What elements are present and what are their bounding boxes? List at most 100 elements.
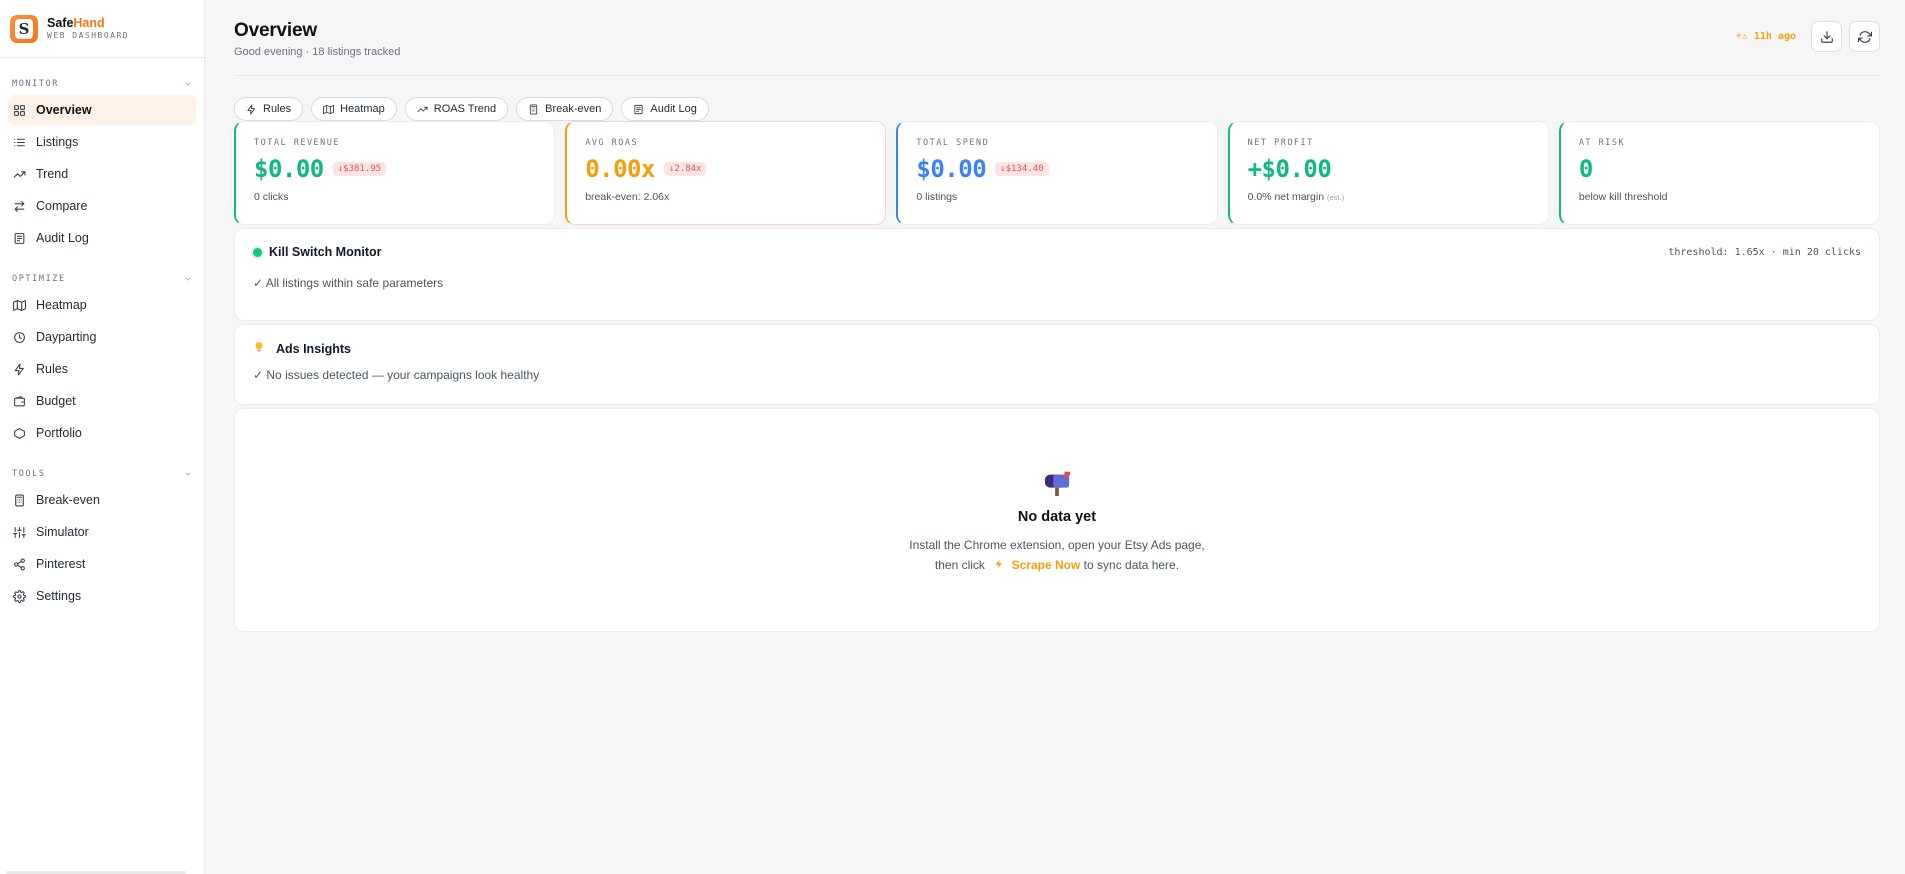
page-header: Overview Good evening · 18 listings trac…	[234, 0, 1880, 76]
trend-icon	[417, 104, 434, 115]
scrape-now-link[interactable]: Scrape Now	[1012, 558, 1081, 572]
stat-value-row: $0.00 ↓$381.95	[254, 155, 536, 183]
sidebar-item-portfolio[interactable]: Portfolio	[8, 418, 196, 448]
brand-name-main: Safe	[47, 16, 74, 30]
stat-subtext: 0.0% net margin (est.)	[1248, 191, 1530, 203]
refresh-icon	[1857, 30, 1872, 43]
bolt-icon	[994, 558, 1007, 572]
refresh-button[interactable]	[1849, 21, 1880, 52]
stat-card-at-risk: AT RISK 0 below kill threshold	[1558, 121, 1881, 225]
sidebar-item-label: Overview	[36, 103, 92, 117]
quick-link-audit-log[interactable]: Audit Log	[621, 97, 709, 121]
sidebar-item-trend[interactable]: Trend	[8, 159, 196, 189]
mailbox-icon	[1044, 471, 1071, 497]
brand-name-accent: Hand	[73, 16, 105, 30]
quick-link-label: ROAS Trend	[433, 103, 497, 115]
nav-section-header[interactable]: OPTIMIZE	[8, 271, 196, 287]
stat-label: AT RISK	[1578, 138, 1626, 148]
stat-delta-badge: ↓$381.95	[332, 162, 387, 176]
grid-icon	[12, 103, 26, 117]
nav-section-tools: TOOLS Break-even Simulator Pinterest Setting…	[0, 466, 204, 611]
nav-section-label: OPTIMIZE	[12, 274, 66, 284]
empty-state-line2-after: to sync data here.	[1083, 558, 1180, 572]
sidebar-item-label: Compare	[36, 199, 88, 213]
page-title: Overview	[234, 20, 317, 41]
app-root: S SafeHand WEB DASHBOARD MONITOR Overview…	[0, 0, 1905, 874]
sidebar-item-label: Portfolio	[36, 426, 82, 440]
stat-subtext-main: 0 clicks	[254, 191, 289, 203]
gear-icon	[12, 589, 26, 603]
sidebar-item-heatmap[interactable]: Heatmap	[8, 290, 196, 320]
empty-state-description: Install the Chrome extension, open your …	[909, 535, 1205, 575]
stat-subtext-note: (est.)	[1327, 193, 1345, 202]
stat-value-row: 0	[1579, 155, 1861, 183]
stat-card-total-spend: TOTAL SPEND $0.00 ↓$134.40 0 listings	[896, 121, 1218, 225]
ads-insights-title: Ads Insights	[276, 341, 352, 356]
ads-insights-header: Ads Insights	[253, 341, 1861, 356]
quick-link-roas-trend[interactable]: ROAS Trend	[404, 97, 509, 121]
sidebar-item-dayparting[interactable]: Dayparting	[8, 322, 196, 352]
sliders-icon	[12, 525, 26, 539]
sidebar-item-pinterest[interactable]: Pinterest	[8, 549, 196, 579]
sidebar-item-listings[interactable]: Listings	[8, 127, 196, 157]
ads-insights-card: Ads Insights ✓ No issues detected — your…	[234, 324, 1880, 405]
main-content: Overview Good evening · 18 listings trac…	[205, 0, 1905, 874]
sidebar-item-label: Listings	[36, 135, 79, 149]
kill-switch-message: ✓ All listings within safe parameters	[253, 276, 444, 290]
ads-insights-message: ✓ No issues detected — your campaigns lo…	[253, 368, 540, 382]
empty-state-line2-before: then click	[934, 558, 985, 572]
stat-card-net-profit: NET PROFIT +$0.00 0.0% net margin (est.)	[1227, 121, 1549, 225]
last-sync-indicator: ☀⚠ 11h ago	[1735, 31, 1796, 42]
sidebar-item-budget[interactable]: Budget	[8, 386, 196, 416]
download-button[interactable]	[1811, 21, 1842, 52]
bolt-icon	[12, 362, 26, 376]
kill-switch-threshold: threshold: 1.65x · min 20 clicks	[1668, 247, 1861, 258]
nav-section-optimize: OPTIMIZE Heatmap Dayparting Rules Budget Port…	[0, 271, 204, 448]
stat-subtext-main: 0 listings	[916, 191, 958, 203]
quick-link-rules[interactable]: Rules	[234, 97, 304, 121]
stat-subtext: below kill threshold	[1579, 191, 1861, 203]
nav-section-header[interactable]: TOOLS	[8, 466, 196, 482]
sidebar-item-overview[interactable]: Overview	[8, 95, 196, 125]
nav-section-header[interactable]: MONITOR	[8, 76, 196, 92]
calculator-icon	[528, 103, 545, 115]
sidebar-item-rules[interactable]: Rules	[8, 354, 196, 384]
header-actions: ☀⚠ 11h ago	[1736, 21, 1880, 52]
quick-link-break-even[interactable]: Break-even	[516, 97, 614, 121]
chevron-down-icon	[185, 472, 191, 476]
stat-delta-badge: ↓$134.40	[995, 162, 1049, 176]
stat-subtext-main: break-even: 2.06x	[585, 191, 670, 203]
nav-section-label: MONITOR	[12, 79, 60, 89]
stat-value: 0	[1578, 155, 1593, 183]
sidebar-item-label: Simulator	[36, 525, 89, 539]
calculator-icon	[12, 493, 26, 507]
audit-icon	[12, 231, 26, 245]
stat-label: TOTAL REVENUE	[254, 138, 341, 148]
brand-logo-letter: S	[15, 18, 33, 39]
sidebar-item-compare[interactable]: Compare	[8, 191, 196, 221]
lightbulb-icon	[253, 341, 267, 356]
stat-label: NET PROFIT	[1247, 138, 1314, 148]
map-icon	[12, 298, 26, 312]
stat-label: TOTAL SPEND	[916, 138, 990, 148]
sidebar-item-audit-log[interactable]: Audit Log	[8, 223, 196, 253]
sidebar-item-label: Pinterest	[36, 557, 86, 571]
chevron-down-icon	[185, 277, 191, 281]
brand-subtitle: WEB DASHBOARD	[47, 31, 130, 40]
kill-switch-title: Kill Switch Monitor	[269, 245, 382, 259]
sidebar-item-break-even[interactable]: Break-even	[8, 485, 196, 515]
page-subtitle: Good evening · 18 listings tracked	[234, 46, 401, 58]
brand[interactable]: S SafeHand WEB DASHBOARD	[0, 0, 204, 58]
nav-section-monitor: MONITOR Overview Listings Trend Compare Audit…	[0, 76, 204, 253]
quick-links: Rules Heatmap ROAS Trend Break-even Audit Lo…	[234, 97, 1880, 121]
stat-subtext-main: below kill threshold	[1578, 191, 1668, 203]
sidebar-item-simulator[interactable]: Simulator	[8, 517, 196, 547]
stat-value: 0.00x	[585, 155, 655, 183]
sidebar-item-settings[interactable]: Settings	[8, 581, 196, 611]
sidebar-item-label: Audit Log	[36, 231, 89, 245]
sidebar-item-label: Dayparting	[36, 330, 97, 344]
list-icon	[12, 135, 26, 149]
stat-subtext: 0 listings	[916, 191, 1198, 203]
stat-card-total-revenue: TOTAL REVENUE $0.00 ↓$381.95 0 clicks	[234, 121, 556, 225]
quick-link-heatmap[interactable]: Heatmap	[311, 97, 397, 121]
